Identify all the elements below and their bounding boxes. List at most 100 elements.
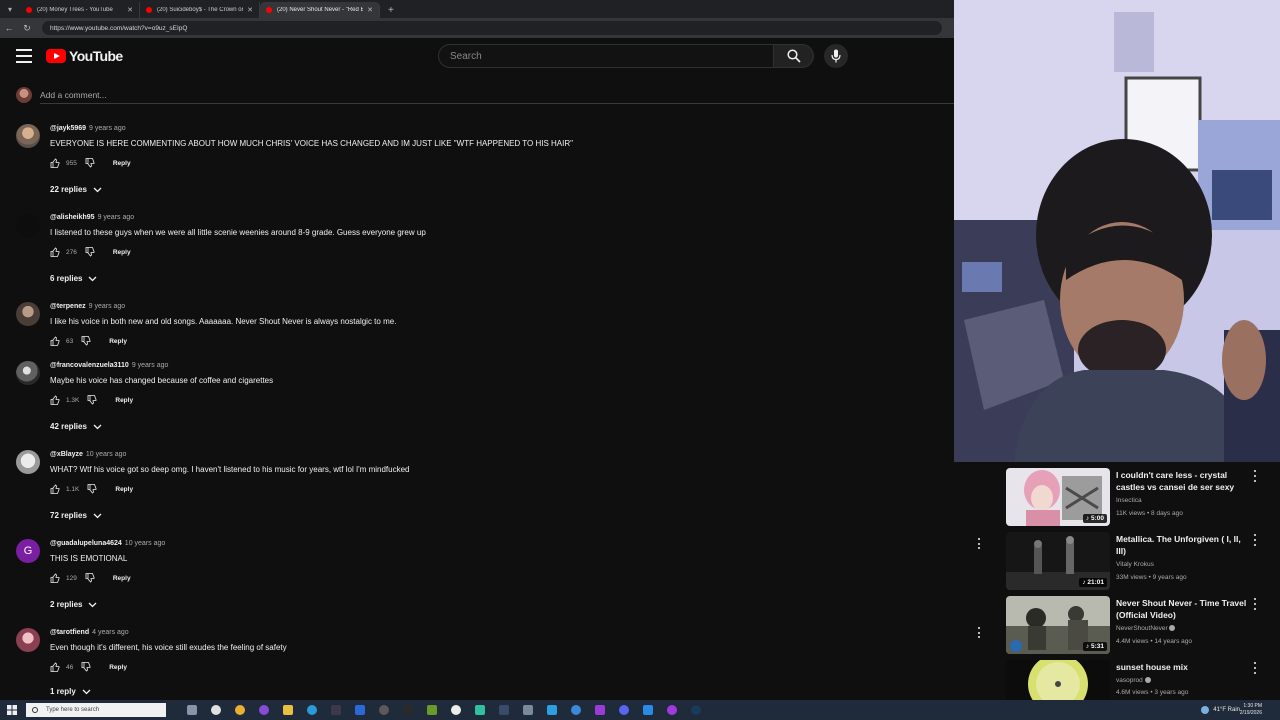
video-thumbnail[interactable]: ♪ 5:00 bbox=[1006, 468, 1110, 526]
voice-search-button[interactable] bbox=[824, 44, 848, 68]
comment-age[interactable]: 4 years ago bbox=[92, 629, 129, 636]
reply-button[interactable]: Reply bbox=[113, 575, 131, 582]
avatar[interactable]: G bbox=[16, 539, 40, 563]
comment-age[interactable]: 10 years ago bbox=[86, 451, 126, 458]
back-arrow-icon[interactable]: ← bbox=[0, 23, 18, 33]
comment-author[interactable]: @guadalupeluna4624 bbox=[50, 540, 122, 547]
comment-age[interactable]: 9 years ago bbox=[89, 303, 126, 310]
app-icon[interactable] bbox=[499, 705, 509, 715]
comment-age[interactable]: 10 years ago bbox=[125, 540, 165, 547]
dislike-icon[interactable] bbox=[87, 484, 97, 494]
dislike-icon[interactable] bbox=[81, 336, 91, 346]
comment-author[interactable]: @xBlayze bbox=[50, 451, 83, 458]
add-comment-row[interactable]: Add a comment... bbox=[16, 87, 107, 103]
add-comment-input[interactable]: Add a comment... bbox=[40, 90, 107, 100]
dislike-icon[interactable] bbox=[85, 158, 95, 168]
view-replies-button[interactable]: 6 replies bbox=[50, 274, 910, 283]
dislike-icon[interactable] bbox=[87, 395, 97, 405]
taskbar-search-input[interactable]: Type here to search bbox=[26, 703, 166, 717]
app-icon[interactable] bbox=[523, 705, 533, 715]
app-icon[interactable] bbox=[331, 705, 341, 715]
browser-tab-active[interactable]: (20) Never Shout Never - "Red Bu... ✕ bbox=[260, 2, 380, 18]
view-replies-button[interactable]: 72 replies bbox=[50, 511, 910, 520]
chrome-icon[interactable] bbox=[235, 705, 245, 715]
browser-tab[interactable]: (20) Suicideboy$ - The Crown on... ✕ bbox=[140, 2, 260, 18]
video-thumbnail[interactable]: ♪ 21:01 bbox=[1006, 532, 1110, 590]
avatar[interactable] bbox=[16, 361, 40, 385]
view-replies-button[interactable]: 2 replies bbox=[50, 600, 910, 609]
view-replies-button[interactable]: 1 reply bbox=[50, 687, 910, 696]
channel-name[interactable]: NeverShoutNever bbox=[1116, 625, 1176, 632]
recommended-video[interactable]: sunset house mix vasoprod 4.6M views • 3… bbox=[1006, 660, 1280, 700]
more-options-icon[interactable] bbox=[1252, 534, 1258, 546]
avatar[interactable] bbox=[16, 213, 40, 237]
weather-text[interactable]: 41°F Rain bbox=[1213, 707, 1240, 713]
browser-tab[interactable]: (20) Money Trees - YouTube ✕ bbox=[20, 2, 140, 18]
avatar[interactable] bbox=[16, 450, 40, 474]
video-thumbnail[interactable] bbox=[1006, 660, 1110, 700]
search-button[interactable] bbox=[774, 44, 814, 68]
app-icon[interactable] bbox=[571, 705, 581, 715]
comment-age[interactable]: 9 years ago bbox=[98, 214, 135, 221]
hamburger-menu-icon[interactable] bbox=[16, 49, 32, 63]
comment-author[interactable]: @alisheikh95 bbox=[50, 214, 95, 221]
recommended-video[interactable]: ♪ 21:01 Metallica. The Unforgiven ( I, I… bbox=[1006, 532, 1280, 592]
comment-age[interactable]: 9 years ago bbox=[132, 362, 169, 369]
reply-button[interactable]: Reply bbox=[109, 338, 127, 345]
reload-icon[interactable]: ↻ bbox=[18, 23, 36, 34]
channel-name[interactable]: Insectica bbox=[1116, 497, 1142, 504]
app-icon[interactable] bbox=[427, 705, 437, 715]
view-replies-button[interactable]: 42 replies bbox=[50, 422, 910, 431]
reply-button[interactable]: Reply bbox=[115, 397, 133, 404]
channel-name[interactable]: vasoprod bbox=[1116, 677, 1151, 684]
app-icon[interactable] bbox=[211, 705, 221, 715]
video-title[interactable]: Metallica. The Unforgiven ( I, II, III) bbox=[1116, 533, 1250, 557]
close-tab-icon[interactable]: ✕ bbox=[247, 6, 253, 14]
dislike-icon[interactable] bbox=[81, 662, 91, 672]
avatar[interactable] bbox=[16, 302, 40, 326]
view-replies-button[interactable]: 22 replies bbox=[50, 185, 910, 194]
video-title[interactable]: I couldn't care less - crystal castles v… bbox=[1116, 469, 1250, 493]
more-options-icon[interactable] bbox=[977, 538, 981, 549]
video-thumbnail[interactable]: ♪ 5:31 bbox=[1006, 596, 1110, 654]
avatar[interactable] bbox=[16, 628, 40, 652]
app-icon[interactable] bbox=[451, 705, 461, 715]
like-icon[interactable] bbox=[50, 158, 60, 168]
youtube-logo[interactable]: YouTube bbox=[46, 48, 123, 64]
like-icon[interactable] bbox=[50, 484, 60, 494]
reply-button[interactable]: Reply bbox=[115, 486, 133, 493]
close-tab-icon[interactable]: ✕ bbox=[127, 6, 133, 14]
comment-age[interactable]: 9 years ago bbox=[89, 125, 126, 132]
edge-icon[interactable] bbox=[307, 705, 317, 715]
channel-name[interactable]: Vitaly Krokus bbox=[1116, 561, 1154, 568]
url-field[interactable]: https://www.youtube.com/watch?v=o9uz_sEI… bbox=[42, 21, 942, 35]
dislike-icon[interactable] bbox=[85, 573, 95, 583]
weather-icon[interactable] bbox=[1201, 706, 1210, 714]
app-icon[interactable] bbox=[355, 705, 365, 715]
more-options-icon[interactable] bbox=[1252, 598, 1258, 610]
video-title[interactable]: sunset house mix bbox=[1116, 661, 1250, 673]
comment-author[interactable]: @tarotfiend bbox=[50, 629, 89, 636]
like-icon[interactable] bbox=[50, 662, 60, 672]
dislike-icon[interactable] bbox=[85, 247, 95, 257]
windows-start-icon[interactable] bbox=[0, 700, 24, 720]
app-icon[interactable] bbox=[667, 705, 677, 715]
close-tab-icon[interactable]: ✕ bbox=[367, 6, 373, 14]
like-icon[interactable] bbox=[50, 247, 60, 257]
search-input[interactable]: Search bbox=[438, 44, 774, 68]
app-icon[interactable] bbox=[475, 705, 485, 715]
clock[interactable]: 1:30 PM 2/19/2026 bbox=[1240, 703, 1262, 717]
like-icon[interactable] bbox=[50, 573, 60, 583]
reply-button[interactable]: Reply bbox=[113, 160, 131, 167]
app-icon[interactable] bbox=[643, 705, 653, 715]
discord-icon[interactable] bbox=[619, 705, 629, 715]
app-icon[interactable] bbox=[403, 705, 413, 715]
like-icon[interactable] bbox=[50, 336, 60, 346]
folder-icon[interactable] bbox=[283, 705, 293, 715]
task-view-icon[interactable] bbox=[187, 705, 197, 715]
comment-author[interactable]: @jayk5969 bbox=[50, 125, 86, 132]
tab-search-icon[interactable]: ▾ bbox=[0, 0, 20, 18]
app-icon[interactable] bbox=[595, 705, 605, 715]
more-options-icon[interactable] bbox=[1252, 470, 1258, 482]
comment-author[interactable]: @terpenez bbox=[50, 303, 86, 310]
